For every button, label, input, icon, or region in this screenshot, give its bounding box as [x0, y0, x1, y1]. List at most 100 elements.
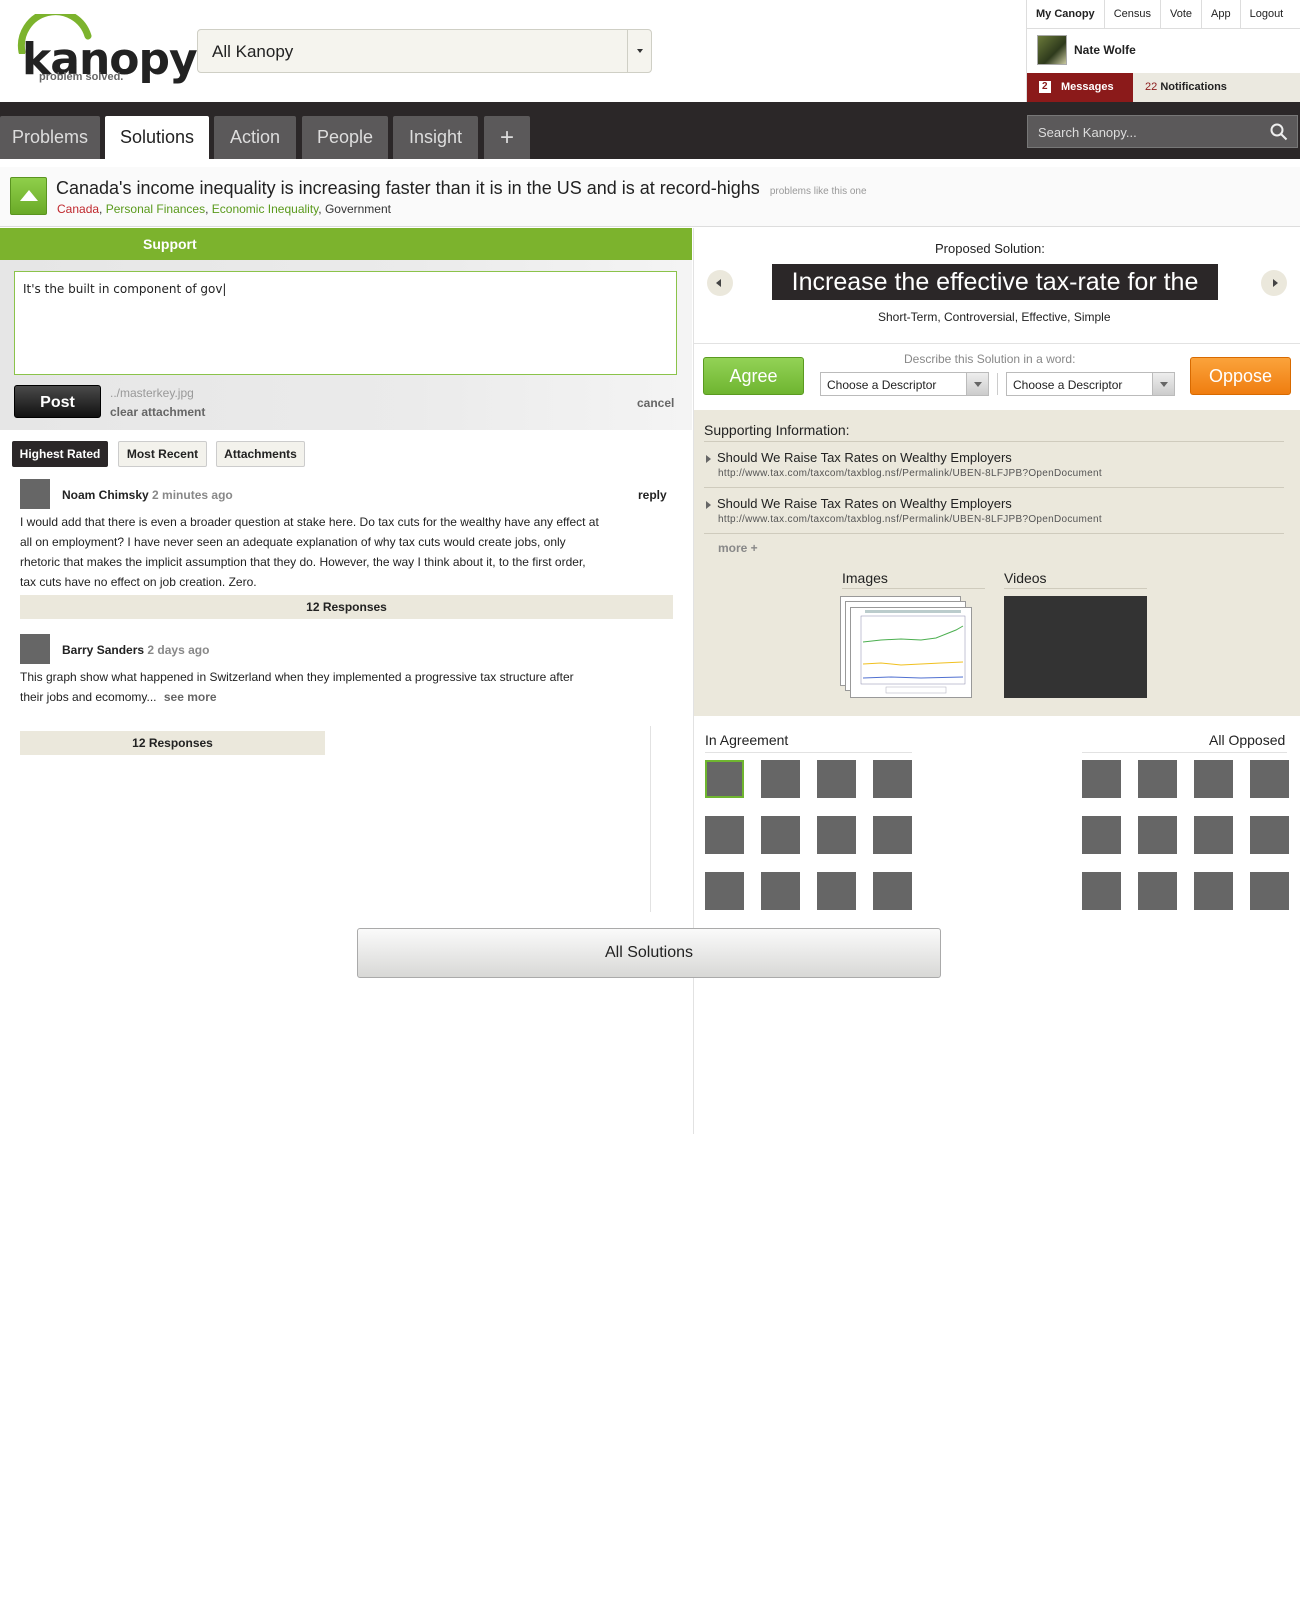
opposed-user-avatar[interactable] — [1194, 760, 1233, 798]
agree-user-avatar[interactable] — [817, 872, 856, 910]
all-solutions-button[interactable]: All Solutions — [357, 928, 941, 978]
more-link[interactable]: more + — [718, 541, 758, 555]
supporting-link-url[interactable]: http://www.tax.com/taxcom/taxblog.nsf/Pe… — [718, 468, 1102, 479]
tag-personal-finances[interactable]: Personal Finances — [106, 202, 205, 216]
sort-most-recent[interactable]: Most Recent — [118, 441, 207, 467]
tag-government[interactable]: Government — [325, 202, 391, 216]
sort-highest-rated[interactable]: Highest Rated — [12, 441, 108, 467]
nav-census[interactable]: Census — [1105, 0, 1161, 28]
user-nav: My Canopy Census Vote App Logout Nate Wo… — [1026, 0, 1300, 102]
responses-bar[interactable]: 12 Responses — [20, 731, 325, 755]
opposed-user-avatar[interactable] — [1250, 760, 1289, 798]
responses-bar[interactable]: 12 Responses — [20, 595, 673, 619]
comment-line: I would add that there is even a broader… — [20, 515, 599, 529]
comment-line: rhetoric that makes the implicit assumpt… — [20, 555, 586, 569]
notifications-link[interactable]: 22 Notifications — [1145, 81, 1227, 93]
agree-button[interactable]: Agree — [703, 357, 804, 395]
opposed-user-avatar[interactable] — [1194, 816, 1233, 854]
supporting-link-item[interactable]: Should We Raise Tax Rates on Wealthy Emp… — [704, 450, 1284, 480]
avatar[interactable] — [20, 479, 50, 509]
search-icon[interactable] — [1270, 123, 1288, 141]
proposed-solution-label: Proposed Solution: — [935, 241, 1045, 256]
agree-user-avatar[interactable] — [817, 816, 856, 854]
tag-economic-inequality[interactable]: Economic Inequality — [212, 202, 319, 216]
chart-thumbnail[interactable] — [850, 607, 972, 698]
descriptor-select-2[interactable]: Choose a Descriptor — [1006, 372, 1175, 396]
post-button[interactable]: Post — [14, 385, 101, 418]
videos-label: Videos — [1004, 570, 1047, 586]
notifications-label: Notifications — [1160, 81, 1227, 93]
nav-my-canopy[interactable]: My Canopy — [1027, 0, 1105, 28]
cancel-link[interactable]: cancel — [637, 396, 674, 410]
oppose-button[interactable]: Oppose — [1190, 357, 1291, 395]
avatar[interactable] — [20, 634, 50, 664]
tab-action[interactable]: Action — [214, 116, 296, 159]
user-avatar[interactable] — [1037, 35, 1067, 65]
next-solution-button[interactable] — [1261, 270, 1287, 296]
agree-user-avatar[interactable] — [705, 816, 744, 854]
agree-user-avatar[interactable] — [761, 816, 800, 854]
chevron-down-icon[interactable] — [1152, 373, 1174, 395]
opposed-user-avatar[interactable] — [1082, 816, 1121, 854]
nav-logout[interactable]: Logout — [1241, 0, 1293, 28]
agree-user-avatar[interactable] — [761, 872, 800, 910]
agree-user-avatar[interactable] — [873, 760, 912, 798]
agree-user-avatar[interactable] — [873, 816, 912, 854]
add-tab-button[interactable]: + — [484, 116, 530, 159]
agree-user-avatar[interactable] — [873, 872, 912, 910]
kanopy-logo[interactable]: kanopy problem solved. — [14, 14, 198, 86]
supporting-link-title[interactable]: Should We Raise Tax Rates on Wealthy Emp… — [717, 450, 1012, 465]
previous-solution-button[interactable] — [707, 270, 733, 296]
comment-author[interactable]: Noam Chimsky — [62, 488, 149, 502]
agree-user-avatar[interactable] — [705, 872, 744, 910]
tag-canada[interactable]: Canada — [57, 202, 99, 216]
comment-line: all on employment? I have never seen an … — [20, 535, 566, 549]
messages-button[interactable]: 2 Messages — [1027, 73, 1133, 102]
opposed-user-avatar[interactable] — [1250, 816, 1289, 854]
comment-line: their jobs and ecomomy... see more — [20, 690, 217, 704]
in-agreement-label: In Agreement — [705, 732, 789, 748]
expand-triangle-icon[interactable] — [706, 455, 711, 463]
user-name[interactable]: Nate Wolfe — [1074, 43, 1136, 57]
upvote-button[interactable] — [10, 177, 47, 215]
comment-author[interactable]: Barry Sanders — [62, 643, 144, 657]
agree-user-avatar[interactable] — [761, 760, 800, 798]
search-input[interactable]: Search Kanopy... — [1027, 115, 1298, 148]
agree-user-avatar[interactable] — [817, 760, 856, 798]
tab-solutions[interactable]: Solutions — [105, 116, 209, 159]
messages-count: 2 — [1039, 81, 1051, 93]
supporting-link-url[interactable]: http://www.tax.com/taxcom/taxblog.nsf/Pe… — [718, 514, 1102, 525]
opposed-user-avatar[interactable] — [1138, 816, 1177, 854]
image-thumbnail-stack[interactable] — [840, 596, 972, 698]
scope-select[interactable]: All Kanopy — [197, 29, 652, 73]
opposed-user-avatar[interactable] — [1194, 872, 1233, 910]
comment-textarea[interactable]: It's the built in component of gov| — [14, 271, 677, 375]
clear-attachment-link[interactable]: clear attachment — [110, 405, 205, 419]
opposed-user-avatar[interactable] — [1082, 872, 1121, 910]
tab-insight[interactable]: Insight — [393, 116, 478, 159]
opposed-user-avatar[interactable] — [1138, 872, 1177, 910]
opposed-user-avatar[interactable] — [1250, 872, 1289, 910]
opposed-user-avatar[interactable] — [1082, 760, 1121, 798]
nav-app[interactable]: App — [1202, 0, 1241, 28]
tab-problems[interactable]: Problems — [0, 116, 100, 159]
chevron-down-icon[interactable] — [966, 373, 988, 395]
see-more-link[interactable]: see more — [164, 690, 217, 704]
chevron-down-icon[interactable] — [627, 30, 651, 72]
tab-people[interactable]: People — [302, 116, 388, 159]
support-header-label: Support — [143, 236, 197, 252]
problem-title[interactable]: Canada's income inequality is increasing… — [56, 178, 867, 199]
nav-vote[interactable]: Vote — [1161, 0, 1203, 28]
supporting-link-item[interactable]: Should We Raise Tax Rates on Wealthy Emp… — [704, 496, 1284, 526]
video-thumbnail[interactable] — [1004, 596, 1147, 698]
sort-attachments[interactable]: Attachments — [216, 441, 305, 467]
message-bar: 2 Messages 22 Notifications — [1027, 73, 1300, 102]
similar-problems-link[interactable]: problems like this one — [770, 186, 867, 197]
reply-link[interactable]: reply — [638, 488, 667, 502]
user-row[interactable]: Nate Wolfe — [1027, 29, 1300, 73]
opposed-user-avatar[interactable] — [1138, 760, 1177, 798]
agree-user-avatar[interactable] — [705, 760, 744, 798]
expand-triangle-icon[interactable] — [706, 501, 711, 509]
descriptor-select-1[interactable]: Choose a Descriptor — [820, 372, 989, 396]
supporting-link-title[interactable]: Should We Raise Tax Rates on Wealthy Emp… — [717, 496, 1012, 511]
